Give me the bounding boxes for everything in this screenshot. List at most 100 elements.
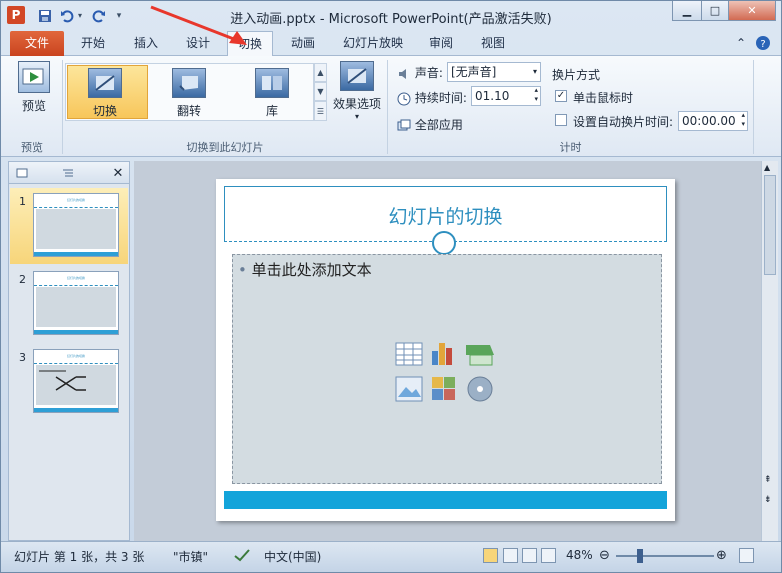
zoom-in-icon[interactable]: ⊕ <box>716 548 727 563</box>
insert-picture-icon[interactable] <box>395 376 423 402</box>
minimize-button[interactable]: ▁ <box>672 1 702 21</box>
sound-label: 声音: <box>414 66 443 80</box>
tab-slideshow[interactable]: 幻灯片放映 <box>334 31 412 56</box>
thumb-title: 幻灯片的切换 <box>34 354 118 364</box>
sound-dropdown[interactable]: [无声音] ▾ <box>447 62 541 82</box>
normal-view-icon[interactable] <box>483 548 498 563</box>
insert-clipart-icon[interactable] <box>432 377 455 400</box>
slide-thumbnail-3[interactable]: 幻灯片的切换 <box>33 349 119 413</box>
slide-thumbnail-1[interactable]: 幻灯片的切换 <box>33 193 119 257</box>
apply-all-label: 全部应用 <box>414 118 463 132</box>
zoom-level[interactable]: 48% <box>566 548 593 562</box>
on-click-checkbox[interactable]: ✓ <box>555 90 567 102</box>
powerpoint-window: P ▾ ▾ 进入动画.pptx - Microsoft PowerPoint(产… <box>0 0 782 573</box>
tab-review[interactable]: 审阅 <box>419 31 463 56</box>
gallery-scroll-down[interactable]: ▼ <box>314 82 327 101</box>
minimize-ribbon-icon[interactable]: ⌃ <box>731 31 751 56</box>
transition-group-label: 切换到此幻灯片 <box>186 141 264 154</box>
thumb-footer-bar <box>34 408 118 412</box>
on-click-label: 单击鼠标时 <box>573 91 634 105</box>
transition-gallery-button[interactable]: 库 <box>255 68 289 119</box>
auto-advance-spinner[interactable]: 00:00.00 ▴ ▾ <box>678 111 748 131</box>
fit-to-window-icon[interactable] <box>739 548 754 563</box>
preview-icon <box>18 61 50 93</box>
advance-slide-title: 换片方式 <box>552 68 601 82</box>
help-icon[interactable]: ? <box>753 31 773 56</box>
auto-advance-checkbox[interactable] <box>555 114 567 126</box>
insert-media-icon[interactable] <box>467 376 493 402</box>
transition-cut-button[interactable]: 切换 <box>88 68 122 119</box>
language-status[interactable]: 中文(中国) <box>264 548 321 565</box>
effect-options-label: 效果选项 <box>333 97 382 111</box>
previous-slide-icon[interactable]: ⇞ <box>764 475 772 485</box>
apply-all-icon <box>397 119 411 133</box>
zoom-slider-thumb[interactable] <box>637 549 643 563</box>
transition-flip-button[interactable]: 翻转 <box>172 68 206 119</box>
tab-home[interactable]: 开始 <box>71 31 115 56</box>
insert-chart-icon[interactable] <box>432 343 452 365</box>
slide-number-2: 2 <box>19 273 26 286</box>
slide-thumbnail-panel: ✕ 1 幻灯片的切换 2 幻灯片的切换 3 幻灯片的切换 <box>8 161 130 541</box>
tab-view[interactable]: 视图 <box>471 31 515 56</box>
insert-table-icon[interactable] <box>395 342 423 366</box>
title-bar: P ▾ ▾ 进入动画.pptx - Microsoft PowerPoint(产… <box>1 1 781 29</box>
auto-advance-label: 设置自动换片时间: <box>573 115 674 129</box>
title-circle-ornament <box>432 231 456 255</box>
zoom-slider-track[interactable] <box>616 555 714 557</box>
preview-group-label: 预览 <box>21 141 43 154</box>
content-placeholder[interactable]: • 单击此处添加文本 <box>232 254 662 484</box>
thumb-title: 幻灯片的切换 <box>34 198 118 208</box>
scroll-thumb[interactable] <box>764 175 776 275</box>
cut-transition-icon <box>88 68 122 98</box>
ribbon-tabs: 文件 开始 插入 设计 切换 动画 幻灯片放映 审阅 视图 ⌃ ? <box>1 29 781 57</box>
outline-tab-icon[interactable] <box>57 164 79 182</box>
slideshow-icon[interactable] <box>541 548 556 563</box>
ribbon: 预览 预览 切换 翻转 库 ▲ ▼ ☰ 效果选项 ▾ 切换到此幻灯片 声音: [… <box>1 56 781 157</box>
gallery-transition-label: 库 <box>265 104 278 118</box>
close-panel-icon[interactable]: ✕ <box>107 164 129 182</box>
spellcheck-icon[interactable] <box>233 548 251 565</box>
flip-transition-icon <box>172 68 206 98</box>
tab-design[interactable]: 设计 <box>176 31 220 56</box>
slide-number-3: 3 <box>19 351 26 364</box>
close-button[interactable]: ✕ <box>728 1 776 21</box>
tab-transitions[interactable]: 切换 <box>227 31 273 57</box>
gallery-more[interactable]: ☰ <box>314 101 327 121</box>
content-text: • 单击此处添加文本 <box>238 261 372 279</box>
status-bar: 幻灯片 第 1 张，共 3 张 "市镇" 中文(中国) 48% ⊖ ⊕ <box>1 541 781 572</box>
slides-tab-icon[interactable] <box>11 164 33 182</box>
thumb-body <box>36 365 116 405</box>
vertical-scrollbar[interactable]: ▲ ⇞ ⇟ <box>761 161 778 541</box>
reading-view-icon[interactable] <box>522 548 537 563</box>
preview-label: 预览 <box>21 99 46 113</box>
apply-all-button[interactable]: 全部应用 <box>397 116 463 133</box>
duration-label: 持续时间: <box>414 91 467 105</box>
current-slide[interactable]: 幻灯片的切换 • 单击此处添加文本 <box>216 179 675 521</box>
thumb-body <box>36 209 116 249</box>
effect-options-icon <box>340 61 374 91</box>
preview-button[interactable]: 预览 <box>16 61 52 114</box>
insert-smartart-icon[interactable] <box>466 345 494 366</box>
slide-sorter-icon[interactable] <box>503 548 518 563</box>
scroll-up-icon[interactable]: ▲ <box>764 163 770 172</box>
effect-options-button[interactable]: 效果选项 ▾ <box>333 61 381 121</box>
tab-insert[interactable]: 插入 <box>124 31 168 56</box>
tab-file[interactable]: 文件 <box>10 31 64 56</box>
slide-thumbnail-2[interactable]: 幻灯片的切换 <box>33 271 119 335</box>
gallery-scroll-up[interactable]: ▲ <box>314 63 327 82</box>
thumb-footer-bar <box>34 330 118 334</box>
duration-spinner[interactable]: 01.10 ▴ ▾ <box>471 86 541 106</box>
tab-animations[interactable]: 动画 <box>281 31 325 56</box>
cut-transition-label: 切换 <box>92 104 117 118</box>
next-slide-icon[interactable]: ⇟ <box>764 495 772 505</box>
sound-row: 声音: <box>397 64 443 81</box>
panel-tabs: ✕ <box>9 162 129 184</box>
maximize-button[interactable]: □ <box>701 1 729 21</box>
thumb-body <box>36 287 116 327</box>
slide-editor: 幻灯片的切换 • 单击此处添加文本 <box>134 161 761 541</box>
flip-transition-label: 翻转 <box>176 104 201 118</box>
slide-count-status: 幻灯片 第 1 张，共 3 张 <box>14 550 145 564</box>
transition-gallery: 切换 翻转 库 <box>65 63 314 121</box>
zoom-out-icon[interactable]: ⊖ <box>599 548 610 563</box>
gallery-transition-icon <box>255 68 289 98</box>
